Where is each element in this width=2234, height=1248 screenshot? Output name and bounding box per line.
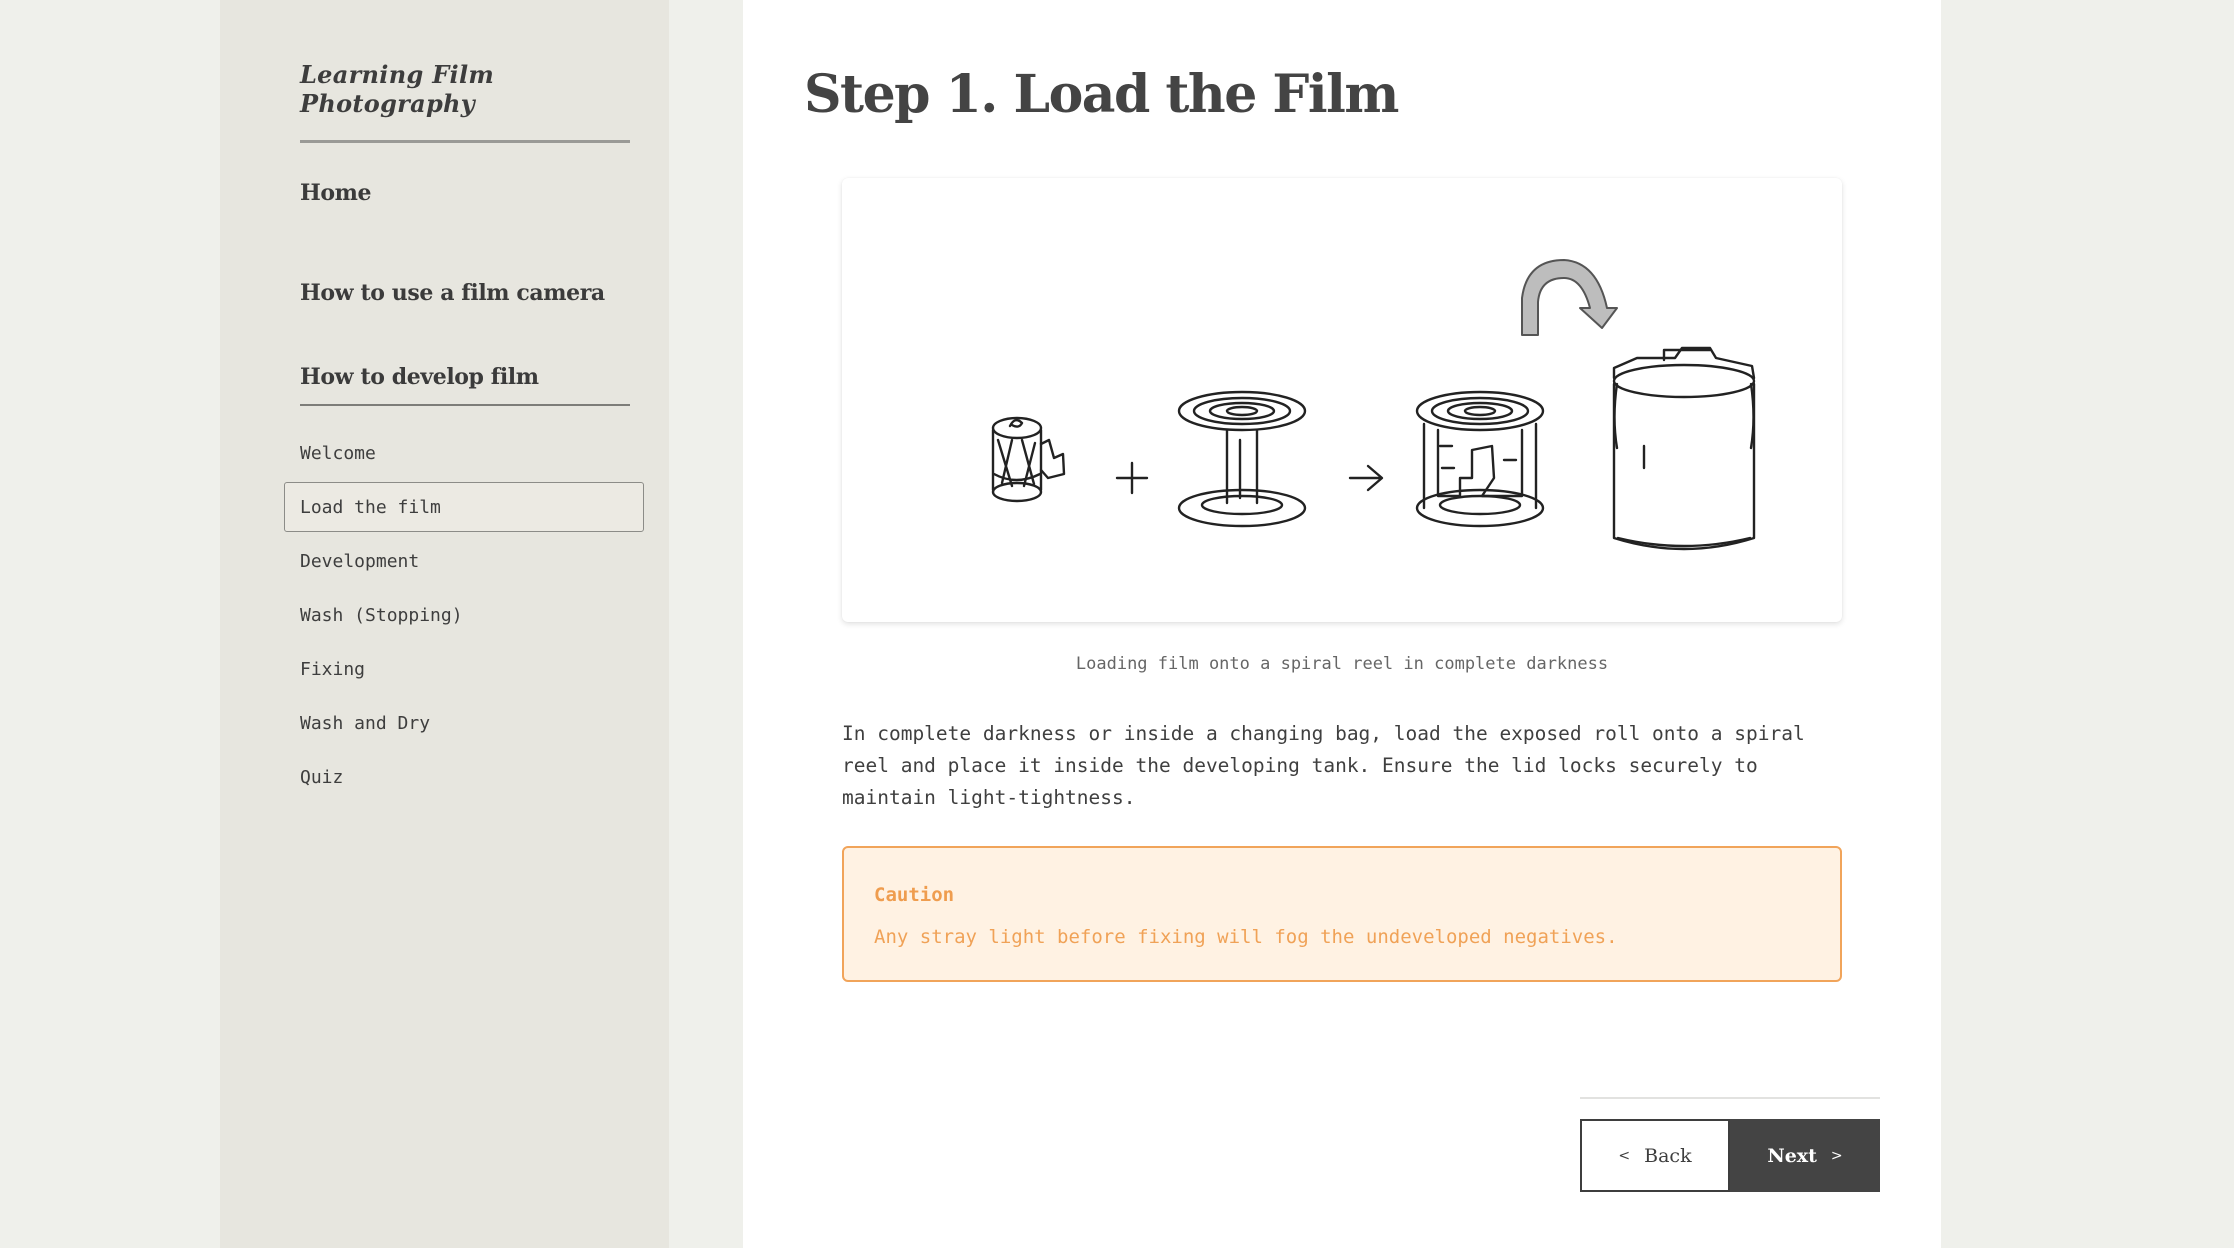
- main-content: Step 1. Load the Film Loading film onto …: [743, 0, 1941, 1248]
- nav-film-camera[interactable]: How to use a film camera: [300, 280, 605, 306]
- chevron-left-icon: <: [1618, 1147, 1631, 1164]
- figure-caption: Loading film onto a spiral reel in compl…: [1075, 654, 1609, 674]
- nav-develop-film[interactable]: How to develop film: [300, 364, 630, 406]
- spiral-reel-icon: [1177, 390, 1307, 528]
- sidebar-item-wash-stopping[interactable]: Wash (Stopping): [284, 590, 644, 640]
- sidebar-item-development[interactable]: Development: [284, 536, 644, 586]
- caution-text: Any stray light before fixing will fog t…: [874, 926, 1618, 948]
- developing-tank-icon: [1612, 346, 1756, 551]
- caution-title: Caution: [874, 884, 955, 906]
- sidebar: Learning Film Photography Home How to us…: [220, 0, 669, 1248]
- caution-callout: Caution Any stray light before fixing wi…: [842, 846, 1842, 982]
- loaded-reel-icon: [1415, 390, 1545, 528]
- back-button-label: Back: [1644, 1144, 1692, 1167]
- site-title[interactable]: Learning Film Photography: [300, 60, 630, 143]
- sidebar-item-fixing[interactable]: Fixing: [284, 644, 644, 694]
- step-description: In complete darkness or inside a changin…: [842, 722, 1805, 809]
- sidebar-item-load-the-film[interactable]: Load the film: [284, 482, 644, 532]
- pager-divider: [1580, 1097, 1880, 1099]
- next-button[interactable]: Next >: [1730, 1119, 1880, 1192]
- sidebar-item-wash-and-dry[interactable]: Wash and Dry: [284, 698, 644, 748]
- sidebar-item-welcome[interactable]: Welcome: [284, 428, 644, 478]
- nav-home[interactable]: Home: [300, 180, 372, 206]
- illustration-card: [842, 178, 1842, 622]
- develop-steps-list: Welcome Load the film Development Wash (…: [284, 428, 644, 806]
- curved-arrow-icon: [1521, 259, 1618, 336]
- sidebar-item-quiz[interactable]: Quiz: [284, 752, 644, 802]
- back-button[interactable]: < Back: [1580, 1119, 1730, 1192]
- film-canister-icon: [991, 416, 1066, 503]
- plus-icon: [1115, 461, 1149, 495]
- page-title: Step 1. Load the Film: [804, 64, 1399, 125]
- arrow-right-icon: [1348, 464, 1384, 492]
- chevron-right-icon: >: [1830, 1147, 1843, 1164]
- next-button-label: Next: [1767, 1144, 1817, 1167]
